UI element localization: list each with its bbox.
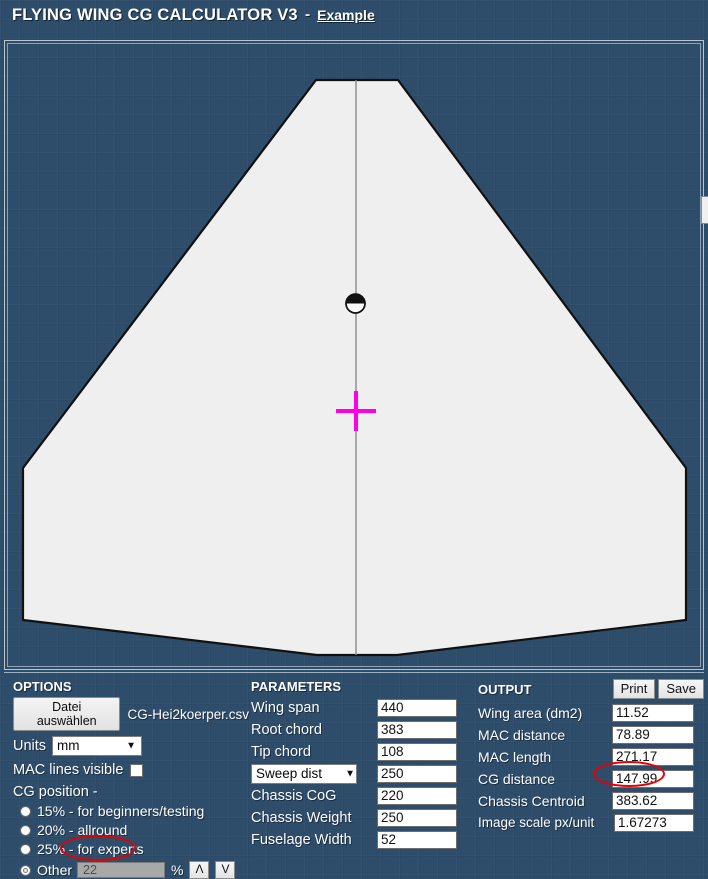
param-row-chassis-cog: Chassis CoG (251, 785, 473, 806)
mac-length-label: MAC length (478, 748, 552, 765)
cg-option-25-label: 25% - for experts (37, 841, 144, 857)
radio-other[interactable] (20, 864, 31, 876)
fuselage-width-input[interactable] (377, 830, 457, 849)
wing-span-label: Wing span (251, 699, 320, 716)
other-percent-value: 22 (83, 863, 97, 877)
page-title: FLYING WING CG CALCULATOR V3 (12, 5, 298, 24)
root-chord-input[interactable] (377, 720, 457, 739)
parameters-title: PARAMETERS (251, 679, 342, 694)
output-row-mac-length: MAC length (478, 746, 704, 767)
radio-15[interactable] (20, 805, 31, 817)
chassis-centroid-value (612, 791, 694, 810)
output-panel: OUTPUT Print Save Wing area (dm2) MAC di… (478, 679, 704, 833)
sweep-select-wrapper[interactable]: Sweep dist ▼ (251, 763, 377, 784)
wing-span-input[interactable] (377, 698, 457, 717)
output-row-mac-distance: MAC distance (478, 724, 704, 745)
save-button[interactable]: Save (658, 679, 704, 699)
chassis-cog-label: Chassis CoG (251, 787, 337, 804)
units-row: Units mm ▼ (13, 736, 249, 756)
chassis-cog-input[interactable] (377, 786, 457, 805)
decrement-button[interactable]: V (215, 861, 236, 879)
output-row-image-scale: Image scale px/unit (478, 812, 704, 833)
output-row-chassis-centroid: Chassis Centroid (478, 790, 704, 811)
output-buttons: Print Save (612, 679, 704, 699)
cg-option-20[interactable]: 20% - allround (13, 822, 249, 838)
output-row-wing-area: Wing area (dm2) (478, 702, 704, 723)
options-title: OPTIONS (13, 679, 72, 694)
app-header: FLYING WING CG CALCULATOR V3 - Example (0, 0, 708, 30)
mac-length-value (612, 747, 694, 766)
wing-area-value (612, 703, 694, 722)
wing-area-label: Wing area (dm2) (478, 704, 583, 721)
image-scale-label: Image scale px/unit (478, 815, 595, 830)
radio-20[interactable] (20, 824, 31, 836)
param-row-chassis-weight: Chassis Weight (251, 807, 473, 828)
chassis-weight-input[interactable] (377, 808, 457, 827)
selected-file-name: CG-Hei2koerper.csv (127, 706, 249, 722)
units-select-wrapper[interactable]: mm ▼ (52, 736, 143, 756)
section-divider (4, 672, 704, 674)
root-chord-label: Root chord (251, 721, 322, 738)
output-row-cg-distance: CG distance (478, 768, 704, 789)
mac-lines-row: MAC lines visible (13, 762, 249, 778)
image-scale-value (614, 813, 694, 832)
radio-25[interactable] (20, 843, 31, 855)
param-row-tip-chord: Tip chord (251, 741, 473, 762)
mac-distance-value (612, 725, 694, 744)
units-select[interactable]: mm (52, 736, 143, 756)
sweep-dist-input[interactable] (377, 764, 457, 783)
chassis-weight-label: Chassis Weight (251, 809, 352, 826)
cg-option-15-label: 15% - for beginners/testing (37, 803, 205, 819)
example-link[interactable]: Example (317, 7, 375, 23)
param-row-sweep: Sweep dist ▼ (251, 763, 473, 784)
file-chooser-row: Datei auswählen CG-Hei2koerper.csv (13, 697, 249, 731)
cg-option-15[interactable]: 15% - for beginners/testing (13, 803, 249, 819)
fuselage-width-label: Fuselage Width (251, 831, 352, 848)
mac-lines-label: MAC lines visible (13, 762, 124, 778)
wing-drawing-panel[interactable] (4, 40, 704, 670)
cg-option-other-label: Other (37, 862, 73, 878)
param-row-fuselage-width: Fuselage Width (251, 829, 473, 850)
mac-distance-label: MAC distance (478, 726, 566, 743)
cg-option-other[interactable]: Other 22 % Λ V (13, 861, 249, 879)
parameters-panel: PARAMETERS Wing span Root chord Tip chor… (251, 679, 473, 850)
tip-chord-label: Tip chord (251, 743, 311, 760)
param-row-root-chord: Root chord (251, 719, 473, 740)
cg-distance-value (612, 769, 694, 788)
cg-position-label: CG position - (13, 784, 98, 800)
cg-option-25[interactable]: 25% - for experts (13, 841, 249, 857)
cg-distance-label: CG distance (478, 770, 556, 787)
output-title: OUTPUT (478, 681, 532, 697)
panel-side-tab[interactable] (701, 196, 708, 224)
other-percent-slider[interactable]: 22 (77, 862, 166, 878)
mac-lines-checkbox[interactable] (130, 763, 144, 777)
output-header-row: OUTPUT Print Save (478, 679, 704, 699)
cg-option-20-label: 20% - allround (37, 822, 128, 838)
print-button[interactable]: Print (612, 679, 656, 699)
percent-sign: % (171, 862, 184, 878)
param-row-wing-span: Wing span (251, 697, 473, 718)
options-panel: OPTIONS Datei auswählen CG-Hei2koerper.c… (13, 679, 249, 879)
units-label: Units (13, 738, 47, 754)
choose-file-button[interactable]: Datei auswählen (13, 697, 121, 731)
wing-drawing-inner-border (7, 43, 701, 667)
chassis-centroid-label: Chassis Centroid (478, 792, 585, 809)
sweep-mode-select[interactable]: Sweep dist (251, 763, 357, 784)
tip-chord-input[interactable] (377, 742, 457, 761)
title-separator: - (304, 6, 311, 23)
increment-button[interactable]: Λ (189, 861, 210, 879)
